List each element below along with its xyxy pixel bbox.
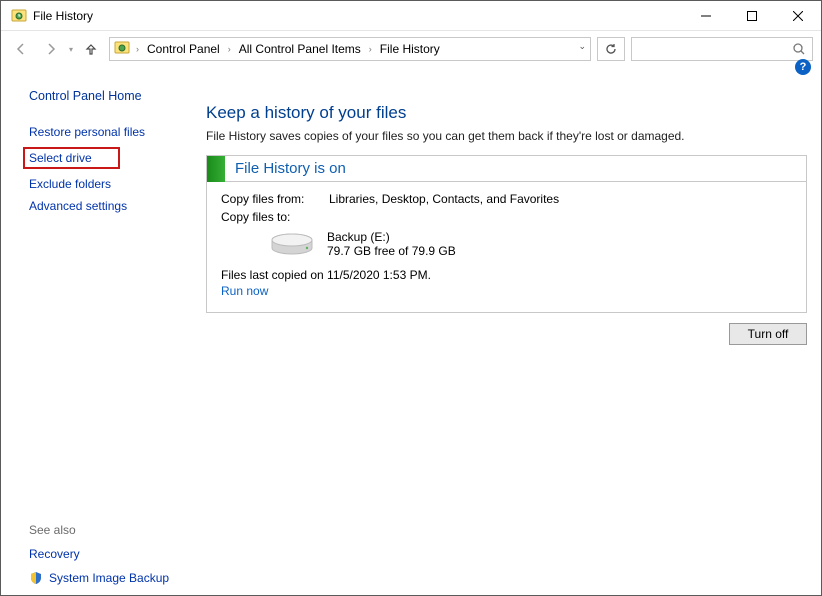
copy-from-label: Copy files from:: [221, 192, 329, 206]
address-bar[interactable]: › Control Panel › All Control Panel Item…: [109, 37, 591, 61]
drive-free-space: 79.7 GB free of 79.9 GB: [327, 244, 456, 258]
advanced-settings-link[interactable]: Advanced settings: [29, 199, 190, 213]
chevron-right-icon[interactable]: ›: [226, 44, 233, 54]
see-also-label: See also: [29, 523, 190, 537]
drive-icon: [267, 231, 317, 257]
status-color-bar: [207, 156, 225, 182]
minimize-button[interactable]: [683, 1, 729, 31]
drive-info: Backup (E:) 79.7 GB free of 79.9 GB: [267, 230, 792, 258]
back-button[interactable]: [9, 37, 33, 61]
maximize-button[interactable]: [729, 1, 775, 31]
breadcrumb-all-items[interactable]: All Control Panel Items: [237, 42, 363, 56]
app-icon: [11, 8, 27, 24]
sidebar: Control Panel Home Restore personal file…: [1, 67, 206, 595]
select-drive-link[interactable]: Select drive: [29, 151, 92, 165]
chevron-right-icon[interactable]: ›: [134, 44, 141, 54]
system-image-backup-link[interactable]: System Image Backup: [29, 571, 190, 585]
chevron-right-icon[interactable]: ›: [367, 44, 374, 54]
status-title: File History is on: [225, 160, 346, 177]
copy-to-label: Copy files to:: [221, 210, 329, 224]
recent-dropdown-icon[interactable]: ▾: [69, 45, 73, 54]
exclude-folders-link[interactable]: Exclude folders: [29, 177, 190, 191]
drive-name: Backup (E:): [327, 230, 456, 244]
shield-icon: [29, 571, 43, 585]
title-bar: File History: [1, 1, 821, 31]
page-heading: Keep a history of your files: [206, 103, 807, 123]
system-image-backup-label: System Image Backup: [49, 571, 169, 585]
close-button[interactable]: [775, 1, 821, 31]
breadcrumb-control-panel[interactable]: Control Panel: [145, 42, 222, 56]
recovery-link[interactable]: Recovery: [29, 547, 190, 561]
help-icon[interactable]: ?: [795, 59, 811, 75]
up-button[interactable]: [79, 37, 103, 61]
refresh-button[interactable]: [597, 37, 625, 61]
nav-row: ▾ › Control Panel › All Control Panel It…: [1, 31, 821, 67]
address-dropdown-icon[interactable]: ⌄: [578, 41, 586, 52]
status-panel: File History is on Copy files from: Libr…: [206, 155, 807, 313]
address-icon: [114, 40, 130, 59]
main-content: ? Keep a history of your files File Hist…: [206, 67, 821, 595]
page-subheading: File History saves copies of your files …: [206, 129, 807, 143]
run-now-link[interactable]: Run now: [221, 284, 792, 298]
forward-button[interactable]: [39, 37, 63, 61]
select-drive-highlight: Select drive: [23, 147, 120, 169]
search-input[interactable]: [631, 37, 813, 61]
search-icon: [792, 42, 806, 56]
status-header: File History is on: [207, 156, 806, 182]
copy-from-value: Libraries, Desktop, Contacts, and Favori…: [329, 192, 559, 206]
breadcrumb-file-history[interactable]: File History: [378, 42, 442, 56]
window-title: File History: [33, 9, 93, 23]
control-panel-home-link[interactable]: Control Panel Home: [29, 89, 190, 103]
last-copied-text: Files last copied on 11/5/2020 1:53 PM.: [221, 268, 792, 282]
restore-personal-files-link[interactable]: Restore personal files: [29, 125, 190, 139]
turn-off-button[interactable]: Turn off: [729, 323, 807, 345]
